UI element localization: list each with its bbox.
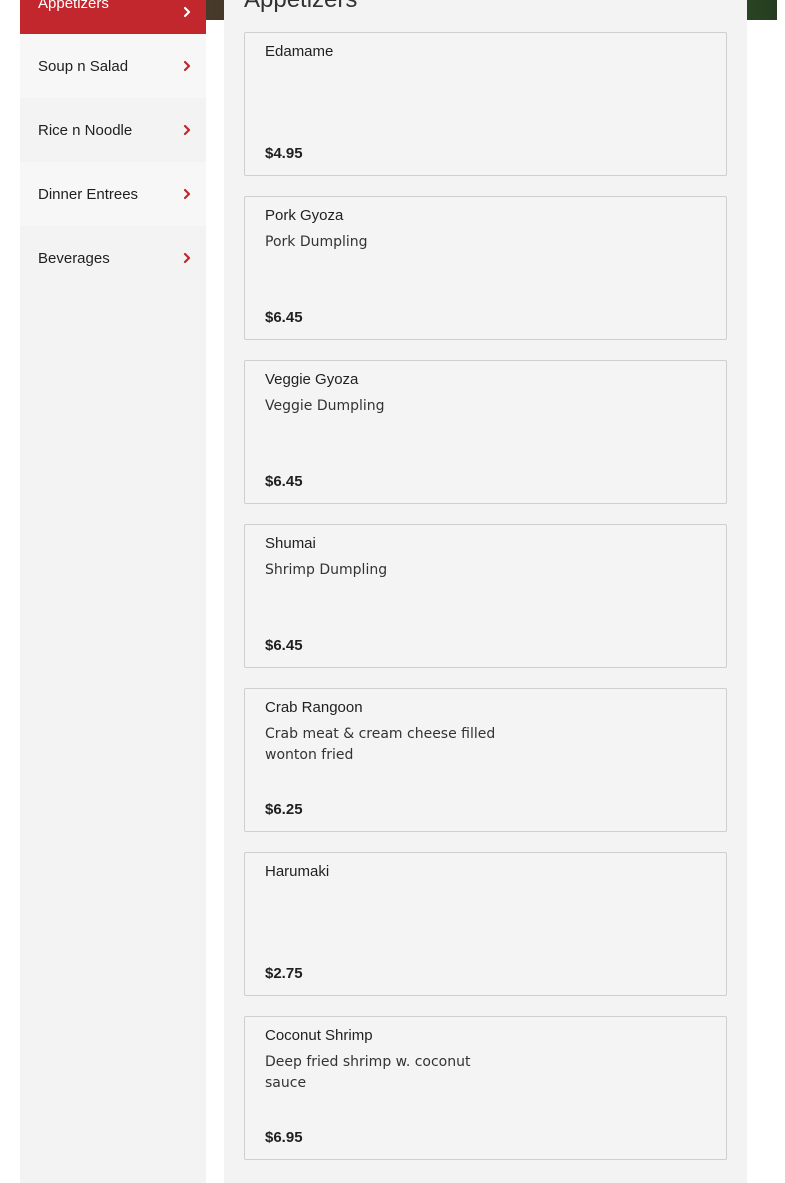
item-price: $6.45: [265, 637, 303, 654]
sidebar-item-appetizers[interactable]: Appetizers: [20, 0, 206, 34]
sidebar-item-label: Beverages: [38, 249, 110, 267]
item-name: Crab Rangoon: [265, 699, 363, 716]
chevron-right-icon: [182, 6, 192, 18]
menu-item-card[interactable]: Pork Gyoza Pork Dumpling $6.45: [244, 196, 727, 340]
item-price: $2.75: [265, 965, 303, 982]
item-price: $6.45: [265, 309, 303, 326]
menu-item-card[interactable]: Veggie Gyoza Veggie Dumpling $6.45: [244, 360, 727, 504]
menu-panel: Appetizers Edamame $4.95 Pork Gyoza Pork…: [224, 0, 747, 1183]
item-price: $6.25: [265, 801, 303, 818]
item-price: $6.45: [265, 473, 303, 490]
item-description: Shrimp Dumpling: [265, 562, 388, 578]
item-name: Veggie Gyoza: [265, 371, 359, 388]
item-price: $6.95: [265, 1129, 303, 1146]
item-name: Pork Gyoza: [265, 207, 344, 224]
item-description: Crab meat & cream cheese filled wonton f…: [265, 726, 496, 763]
item-name: Edamame: [265, 43, 334, 60]
item-description: Pork Dumpling: [265, 234, 368, 250]
sidebar-item-beverages[interactable]: Beverages: [20, 226, 206, 290]
chevron-right-icon: [182, 124, 192, 136]
sidebar-item-rice-n-noodle[interactable]: Rice n Noodle: [20, 98, 206, 162]
sidebar-item-label: Appetizers: [38, 0, 109, 12]
sidebar-item-dinner-entrees[interactable]: Dinner Entrees: [20, 162, 206, 226]
menu-item-card[interactable]: Crab Rangoon Crab meat & cream cheese fi…: [244, 688, 727, 832]
item-description: Deep fried shrimp w. coconut sauce: [265, 1054, 471, 1091]
category-sidebar: Appetizers Soup n Salad Rice n Noodle Di…: [20, 0, 206, 1183]
item-name: Shumai: [265, 535, 316, 552]
sidebar-item-label: Soup n Salad: [38, 57, 129, 75]
menu-item-card[interactable]: Coconut Shrimp Deep fried shrimp w. coco…: [244, 1016, 727, 1160]
sidebar-item-soup-n-salad[interactable]: Soup n Salad: [20, 34, 206, 98]
chevron-right-icon: [182, 60, 192, 72]
item-name: Harumaki: [265, 863, 330, 880]
sidebar-item-label: Dinner Entrees: [38, 185, 139, 203]
item-price: $4.95: [265, 145, 303, 162]
chevron-right-icon: [182, 252, 192, 264]
menu-item-card[interactable]: Harumaki $2.75: [244, 852, 727, 996]
menu-item-card[interactable]: Edamame $4.95: [244, 32, 727, 176]
menu-item-card[interactable]: Shumai Shrimp Dumpling $6.45: [244, 524, 727, 668]
sidebar-item-label: Rice n Noodle: [38, 121, 133, 139]
page: Appetizers Soup n Salad Rice n Noodle Di…: [0, 0, 785, 1183]
item-name: Coconut Shrimp: [265, 1027, 373, 1044]
chevron-right-icon: [182, 188, 192, 200]
item-description: Veggie Dumpling: [265, 398, 385, 414]
section-title: Appetizers: [244, 0, 357, 14]
